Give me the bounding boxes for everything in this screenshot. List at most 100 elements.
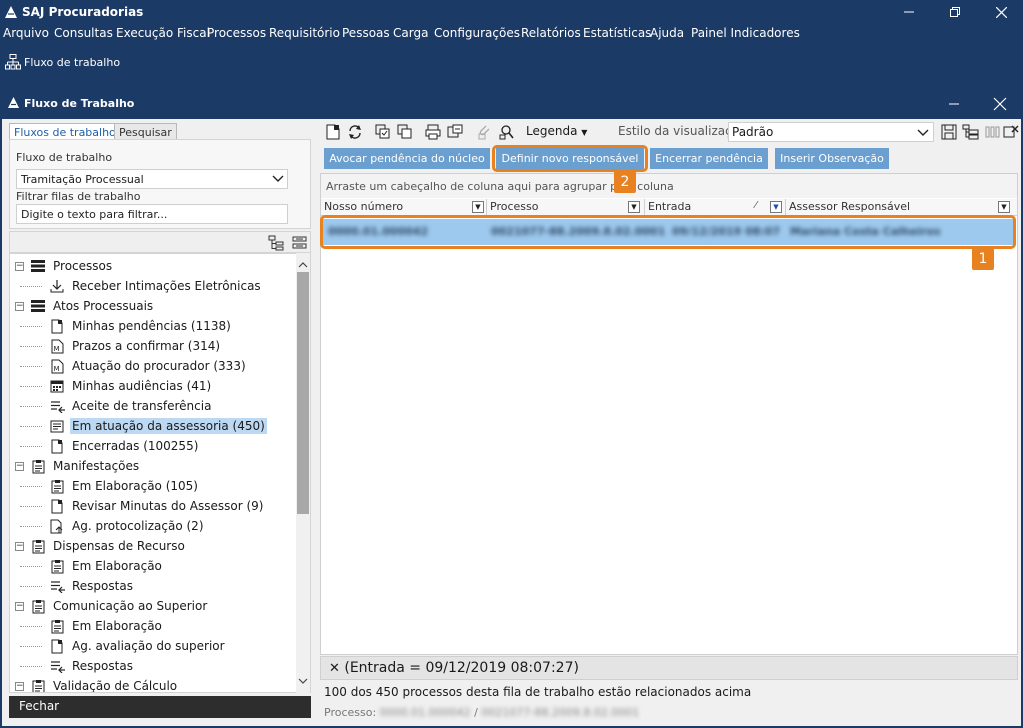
- menu-estatisticas[interactable]: Estatísticas: [583, 26, 651, 40]
- column-header-entrada[interactable]: Entrada ⁄ ▼: [645, 199, 786, 216]
- processo-left-value: 0000.01.000042: [379, 706, 471, 719]
- filter-active-icon[interactable]: ▼: [770, 201, 782, 213]
- tree-connector: [20, 566, 42, 567]
- menu-painel-indicadores[interactable]: Painel Indicadores: [691, 26, 800, 40]
- tree-node[interactable]: M Prazos a confirmar (314): [49, 336, 222, 356]
- menu-arquivo[interactable]: Arquivo: [3, 26, 49, 40]
- save-icon[interactable]: [940, 123, 958, 141]
- window-minimize-button[interactable]: [942, 93, 966, 115]
- menu-consultas[interactable]: Consultas: [54, 26, 113, 40]
- filter-label: Filtrar filas de trabalho: [16, 190, 141, 203]
- workflow-icon[interactable]: [5, 54, 21, 70]
- sort-descending-icon: ⁄: [755, 200, 757, 211]
- tree-node[interactable]: Validação de Cálculo: [30, 676, 179, 692]
- menu-requisitorio[interactable]: Requisitório: [269, 26, 340, 40]
- restore-button[interactable]: [932, 0, 978, 24]
- callout-badge-2: 2: [614, 171, 636, 193]
- tree-node[interactable]: Receber Intimações Eletrônicas: [49, 276, 263, 296]
- tree-collapse-toggle[interactable]: −: [15, 542, 24, 551]
- tree-collapse-toggle[interactable]: −: [15, 682, 24, 691]
- menu-configuracoes[interactable]: Configurações: [434, 26, 520, 40]
- tree-node-label: Prazos a confirmar (314): [72, 339, 221, 353]
- tree-collapse-toggle[interactable]: −: [15, 602, 24, 611]
- tree-node[interactable]: Comunicação ao Superior: [30, 596, 209, 616]
- minimize-button[interactable]: [886, 0, 932, 24]
- column-header-processo[interactable]: Processo ▼: [487, 199, 645, 216]
- export-icon[interactable]: [446, 123, 464, 141]
- tree-node[interactable]: Encerradas (100255): [49, 436, 200, 456]
- inserir-observacao-button[interactable]: Inserir Observação: [775, 148, 889, 169]
- list-icon: [30, 258, 46, 274]
- tab-pesquisar[interactable]: Pesquisar: [114, 123, 177, 140]
- tree-node[interactable]: Em Elaboração (105): [49, 476, 200, 496]
- filter-dropdown-icon[interactable]: ▼: [628, 201, 640, 213]
- expand-all-icon[interactable]: [268, 235, 284, 251]
- workflow-tree: − Processos Receber Intimações Eletrônicas…: [9, 253, 311, 693]
- tree-collapse-toggle[interactable]: −: [15, 462, 24, 471]
- tree-node[interactable]: Atos Processuais: [30, 296, 155, 316]
- clear-filter-icon[interactable]: ✕: [329, 661, 340, 676]
- document-icon[interactable]: [324, 123, 342, 141]
- doc-send-icon: [49, 518, 65, 534]
- tree-node[interactable]: Em Elaboração: [49, 556, 164, 576]
- column-chooser-icon[interactable]: [962, 123, 980, 141]
- toolstrip-workflow-label[interactable]: Fluxo de trabalho: [24, 56, 120, 69]
- print-icon[interactable]: [424, 123, 442, 141]
- tree-node[interactable]: Respostas: [49, 576, 135, 596]
- estilo-value: Padrão: [732, 125, 774, 139]
- avocar-pendencia-button[interactable]: Avocar pendência do núcleo: [324, 148, 490, 169]
- layout-columns-icon[interactable]: [984, 123, 1002, 141]
- tree-node[interactable]: Ag. avaliação do superior: [49, 636, 227, 656]
- tree-node[interactable]: Em atuação da assessoria (450): [49, 416, 267, 436]
- menu-carga[interactable]: Carga: [393, 26, 428, 40]
- estilo-select[interactable]: Padrão: [728, 122, 934, 142]
- collapse-all-icon[interactable]: [292, 235, 308, 251]
- tree-node[interactable]: Aceite de transferência: [49, 396, 213, 416]
- close-app-button[interactable]: [978, 0, 1023, 24]
- tab-fluxos-de-trabalho[interactable]: Fluxos de trabalho: [9, 123, 121, 140]
- search-document-icon[interactable]: [498, 123, 516, 141]
- tree-node[interactable]: Manifestações: [30, 456, 141, 476]
- clipboard-icon: [30, 538, 46, 554]
- grid-header: Nosso número ▼ Processo ▼ Entrada ⁄ ▼ As…: [321, 199, 1017, 216]
- tree-node[interactable]: Em Elaboração: [49, 616, 164, 636]
- tree-node[interactable]: Ag. protocolização (2): [49, 516, 206, 536]
- tree-node[interactable]: M Atuação do procurador (333): [49, 356, 248, 376]
- window-close-button[interactable]: [988, 93, 1012, 115]
- menu-relatorios[interactable]: Relatórios: [521, 26, 581, 40]
- tree-node[interactable]: Respostas: [49, 656, 135, 676]
- processo-label: Processo:: [324, 706, 377, 719]
- column-header-nosso-numero[interactable]: Nosso número ▼: [321, 199, 487, 216]
- tree-node-label: Respostas: [72, 579, 133, 593]
- tree-node[interactable]: Revisar Minutas do Assessor (9): [49, 496, 265, 516]
- tree-node[interactable]: Minhas audiências (41): [49, 376, 213, 396]
- duplicate-icon[interactable]: [396, 123, 414, 141]
- filter-dropdown-icon[interactable]: ▼: [472, 201, 484, 213]
- menu-pessoas[interactable]: Pessoas: [342, 26, 390, 40]
- tree-collapse-toggle[interactable]: −: [15, 262, 24, 271]
- tree-node[interactable]: Minhas pendências (1138): [49, 316, 233, 336]
- tree-node[interactable]: Dispensas de Recurso: [30, 536, 187, 556]
- tree-node[interactable]: Processos: [30, 256, 114, 276]
- menu-execucao-fiscal[interactable]: Execução Fiscal: [116, 26, 210, 40]
- tree-node-label: Dispensas de Recurso: [53, 539, 185, 553]
- encerrar-pendencia-button[interactable]: Encerrar pendência: [650, 148, 768, 169]
- flow-select[interactable]: Tramitação Processual: [16, 169, 288, 189]
- filter-dropdown-icon[interactable]: ▼: [998, 201, 1010, 213]
- filter-input[interactable]: Digite o texto para filtrar...: [16, 204, 288, 224]
- column-header-assessor-responsavel[interactable]: Assessor Responsável ▼: [786, 199, 1015, 216]
- refresh-icon[interactable]: [346, 123, 364, 141]
- clipboard-icon: [30, 598, 46, 614]
- menu-processos[interactable]: Processos: [207, 26, 266, 40]
- menu-ajuda[interactable]: Ajuda: [650, 26, 684, 40]
- filter-expression[interactable]: (Entrada = 09/12/2019 08:07:27): [344, 660, 579, 676]
- group-by-hint: Arraste um cabeçalho de coluna aqui para…: [321, 174, 1017, 198]
- filter-bar: ✕ (Entrada = 09/12/2019 08:07:27): [320, 656, 1018, 680]
- fechar-button[interactable]: Fechar: [9, 696, 311, 718]
- tree-scrollbar-thumb[interactable]: [297, 272, 309, 514]
- copy-icon[interactable]: [374, 123, 392, 141]
- clear-layout-icon[interactable]: [1002, 123, 1020, 141]
- tree-collapse-toggle[interactable]: −: [15, 302, 24, 311]
- attach-icon[interactable]: [476, 123, 494, 141]
- legenda-dropdown[interactable]: Legenda ▼: [526, 124, 587, 138]
